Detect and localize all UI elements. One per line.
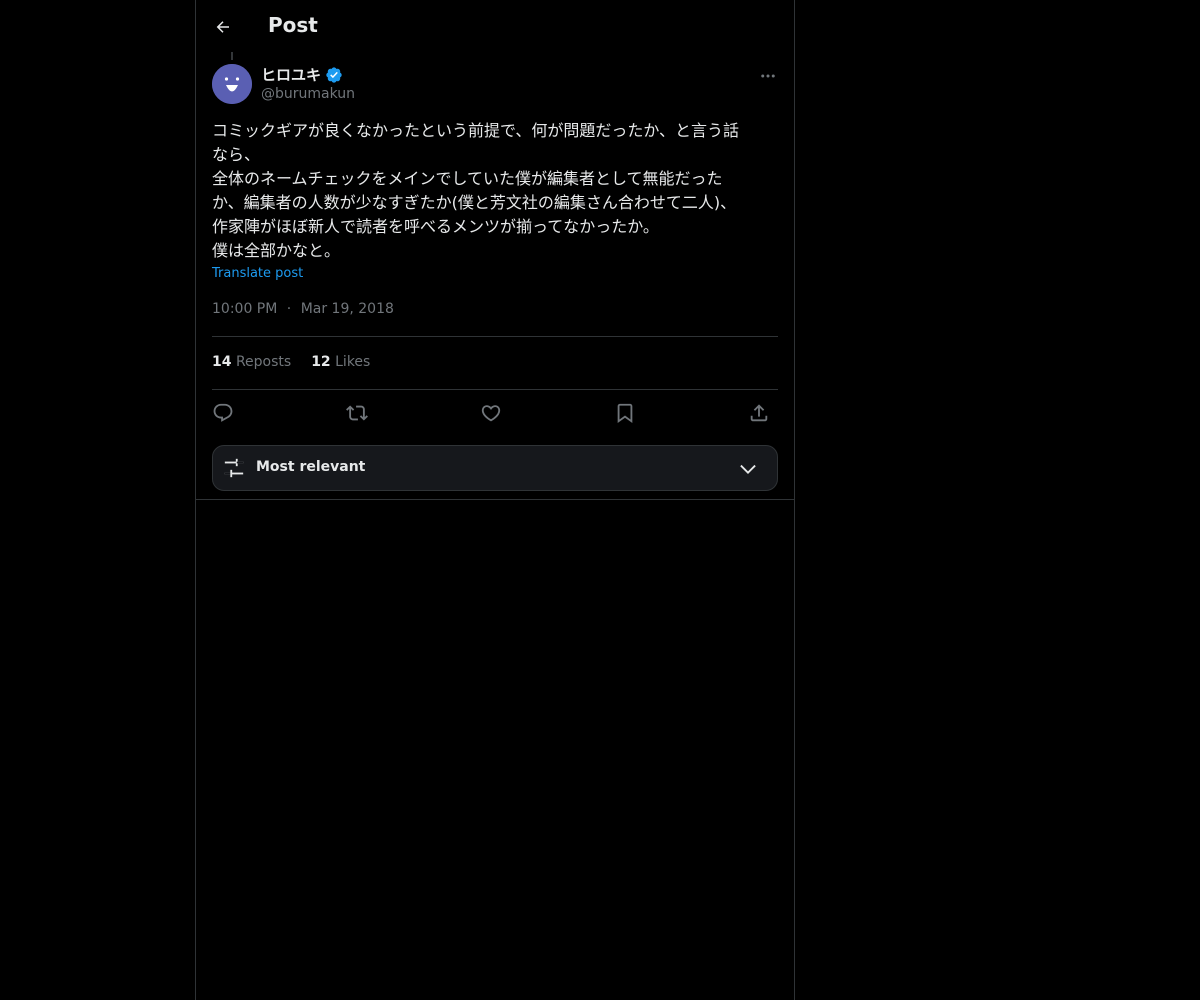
reply-button[interactable] xyxy=(210,400,236,426)
sort-label: Most relevant xyxy=(256,459,366,475)
author-name[interactable]: ヒロユキ xyxy=(261,64,343,85)
translate-post-link[interactable]: Translate post xyxy=(212,266,303,281)
section-divider xyxy=(196,499,794,500)
bookmark-button[interactable] xyxy=(612,400,638,426)
action-bar xyxy=(212,400,778,426)
likes-count: 12 xyxy=(311,354,331,370)
divider xyxy=(212,336,778,337)
likes-label: Likes xyxy=(335,354,371,370)
likes-stat[interactable]: 12 Likes xyxy=(311,354,370,370)
post-line: コミックギアが良くなかったという前提で、何が問題だったか、と言う話 xyxy=(212,121,740,140)
thread-line xyxy=(231,52,233,60)
post-stats: 14 Reposts 12 Likes xyxy=(212,354,390,370)
back-button[interactable] xyxy=(212,12,234,42)
avatar[interactable] xyxy=(212,64,252,104)
bookmark-icon xyxy=(617,403,633,424)
like-button[interactable] xyxy=(478,400,504,426)
avatar-face-icon xyxy=(212,64,252,104)
post-timestamp[interactable]: 10:00 PM · Mar 19, 2018 xyxy=(212,301,394,317)
author-name-text: ヒロユキ xyxy=(261,66,322,84)
reposts-label: Reposts xyxy=(235,354,292,370)
timestamp-separator: · xyxy=(286,301,292,317)
share-icon xyxy=(750,404,768,422)
more-options-button[interactable] xyxy=(758,66,778,86)
author-handle[interactable]: @burumakun xyxy=(261,86,355,102)
post-time: 10:00 PM xyxy=(212,301,278,317)
reply-sort-dropdown[interactable]: Most relevant xyxy=(212,445,778,491)
post-header: Post xyxy=(196,0,794,53)
repost-button[interactable] xyxy=(344,400,370,426)
post-line: 作家陣がほぼ新人で読者を呼べるメンツが揃ってなかったか。 xyxy=(212,217,659,236)
post-date: Mar 19, 2018 xyxy=(300,301,394,317)
post-line: 僕は全部かなと。 xyxy=(212,241,341,260)
post-text: コミックギアが良くなかったという前提で、何が問題だったか、と言う話 なら、 全体… xyxy=(212,119,778,263)
like-icon xyxy=(481,405,501,422)
chevron-down-icon xyxy=(740,464,756,474)
repost-icon xyxy=(346,405,368,421)
sliders-icon xyxy=(224,458,244,478)
divider xyxy=(212,389,778,390)
page-title: Post xyxy=(268,13,318,37)
more-horizontal-icon xyxy=(761,74,775,78)
reposts-count: 14 xyxy=(212,354,232,370)
main-column: Post ヒロユキ @burumakun コミックギアが良くなかったという前提で… xyxy=(195,0,795,1000)
reply-icon xyxy=(213,403,233,422)
reposts-stat[interactable]: 14 Reposts xyxy=(212,354,291,370)
verified-badge-icon xyxy=(325,66,343,84)
arrow-left-icon xyxy=(216,21,229,33)
post-line: か、編集者の人数が少なすぎたか(僕と芳文社の編集さん合わせて二人)、 xyxy=(212,193,737,212)
post-line: 全体のネームチェックをメインでしていた僕が編集者として無能だった xyxy=(212,169,723,188)
share-button[interactable] xyxy=(746,400,772,426)
post-line: なら、 xyxy=(212,145,261,164)
